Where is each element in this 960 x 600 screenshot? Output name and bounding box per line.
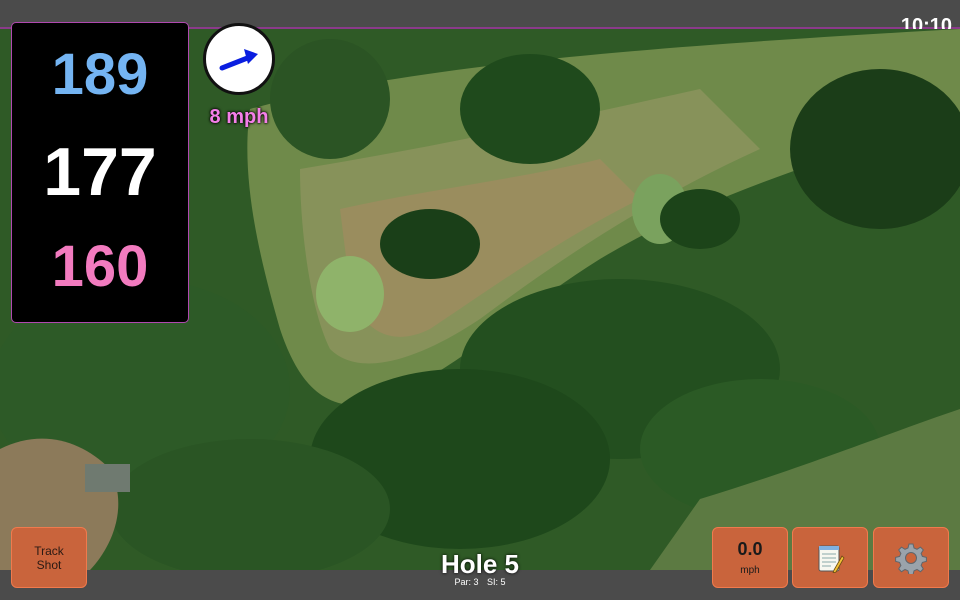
- distance-panel: 189 177 160: [11, 22, 189, 323]
- wind-arrow-icon: [219, 49, 258, 71]
- track-shot-label-line2: Shot: [36, 557, 62, 572]
- distance-front: 160: [51, 234, 149, 299]
- notepad-icon: [818, 545, 845, 573]
- notes-button[interactable]: [792, 527, 868, 588]
- distance-middle: 177: [43, 134, 157, 210]
- speed-button[interactable]: 0.0 mph: [712, 527, 788, 588]
- distance-back: 189: [51, 42, 149, 107]
- speed-value: 0.0: [737, 539, 763, 559]
- stroke-index-label: SI: 5: [487, 577, 506, 587]
- par-label: Par: 3: [454, 577, 479, 587]
- wind-direction-dial: [203, 23, 275, 95]
- wind-speed: 8 mph: [209, 106, 269, 128]
- track-shot-button[interactable]: Track Shot: [11, 527, 87, 588]
- speed-unit: mph: [740, 565, 760, 576]
- hole-title: Hole 5: [440, 549, 520, 579]
- hole-meta: Par: 3 SI: 5: [380, 577, 580, 588]
- gear-icon: [895, 543, 927, 574]
- track-shot-label-line1: Track: [34, 543, 64, 558]
- settings-button[interactable]: [873, 527, 949, 588]
